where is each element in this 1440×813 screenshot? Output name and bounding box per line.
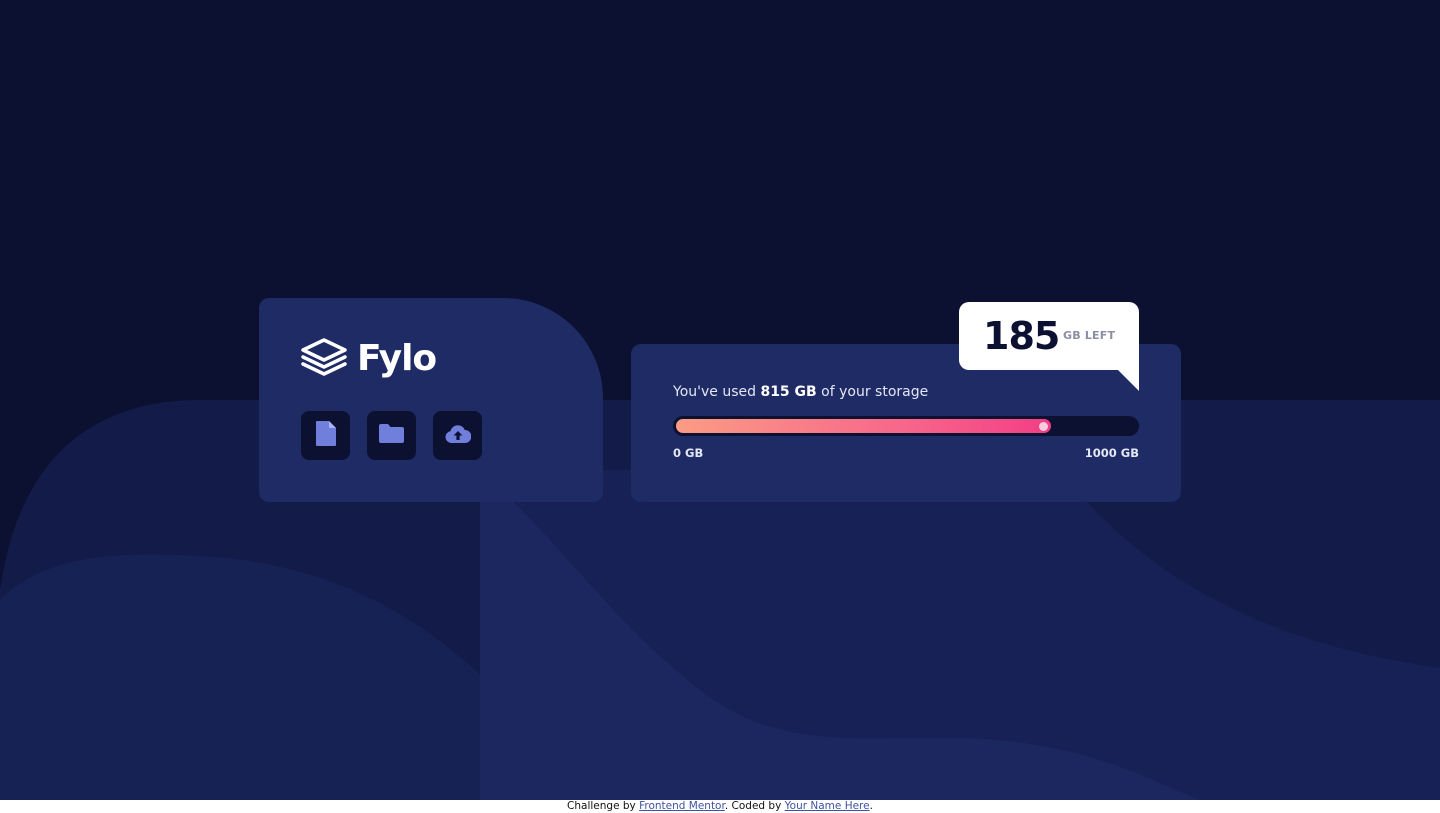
fylo-logo: Fylo	[301, 338, 437, 380]
storage-summary: You've used 815 GB of your storage	[673, 384, 928, 400]
remaining-value: 185	[983, 314, 1060, 358]
remaining-callout: 185 GB LEFT	[959, 302, 1139, 391]
brand-name: Fylo	[357, 338, 437, 379]
layers-icon	[301, 338, 347, 380]
document-icon	[315, 421, 336, 450]
brand-card: Fylo	[259, 298, 603, 502]
file-actions	[301, 411, 482, 460]
used-amount: 815 GB	[760, 384, 817, 400]
attribution-middle: . Coded by	[724, 800, 782, 812]
storage-progress-fill	[676, 419, 1051, 433]
attribution-prefix: Challenge by	[567, 800, 636, 812]
scale-max-label: 1000 GB	[1084, 446, 1139, 460]
attribution-suffix: .	[869, 800, 873, 812]
attribution: Challenge by Frontend Mentor. Coded by Y…	[0, 799, 1440, 813]
author-link[interactable]: Your Name Here	[785, 800, 870, 812]
progress-knob	[1039, 421, 1048, 431]
frontend-mentor-link[interactable]: Frontend Mentor	[639, 800, 725, 812]
used-suffix: of your storage	[821, 384, 929, 400]
storage-progress-track	[673, 416, 1139, 436]
callout-tail	[1118, 370, 1139, 391]
cloud-upload-icon	[444, 424, 471, 447]
scale-min-label: 0 GB	[673, 446, 704, 460]
used-prefix: You've used	[673, 384, 756, 400]
document-button[interactable]	[301, 411, 350, 460]
remaining-unit: GB LEFT	[1063, 329, 1116, 342]
folder-icon	[379, 424, 404, 447]
upload-button[interactable]	[433, 411, 482, 460]
folder-button[interactable]	[367, 411, 416, 460]
page-background: Fylo You've used 815 GB of your storage …	[0, 0, 1440, 800]
